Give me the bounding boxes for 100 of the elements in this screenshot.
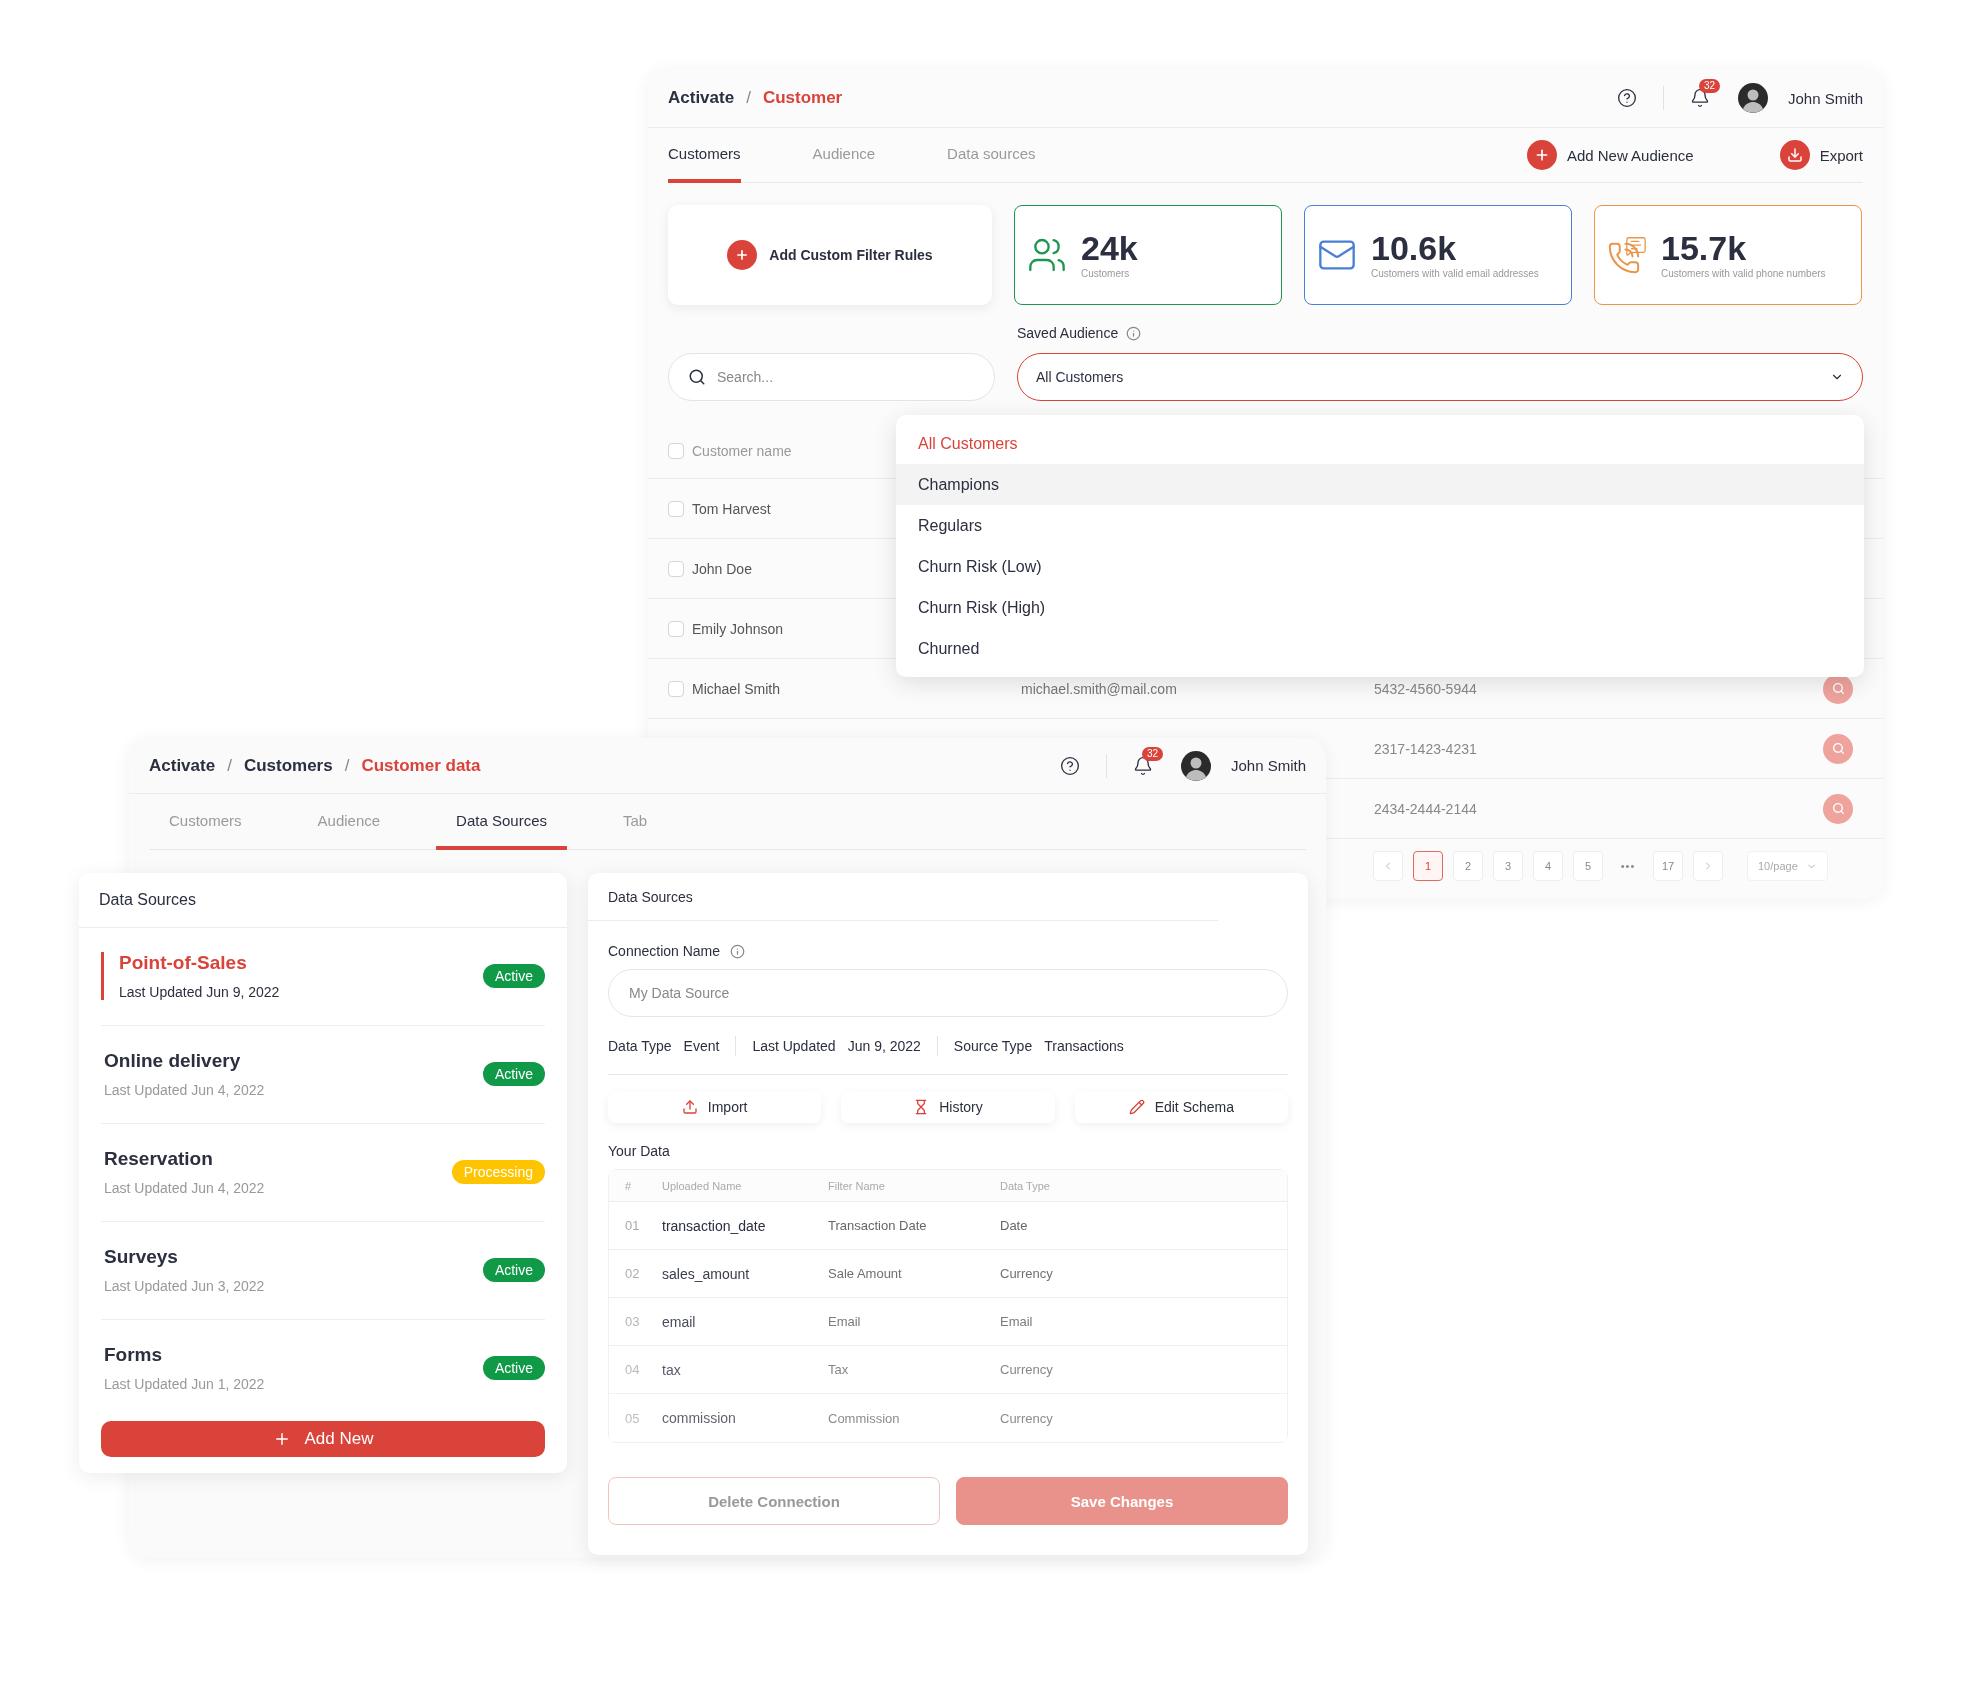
next-page-button[interactable]: [1693, 851, 1723, 881]
source-name: Online delivery: [104, 1050, 242, 1072]
audience-select[interactable]: All Customers: [1017, 353, 1863, 401]
column-header: Customer name: [692, 442, 792, 459]
meta-label: Last Updated: [752, 1037, 836, 1054]
source-date: Last Updated Jun 9, 2022: [119, 984, 280, 1000]
row-number: 04: [625, 1362, 641, 1377]
table-cell-text: Currency: [1000, 1362, 1054, 1377]
data-source-item[interactable]: Surveys Last Updated Jun 3, 2022 Active: [101, 1222, 545, 1320]
search-button[interactable]: [1823, 793, 1853, 824]
page-button[interactable]: 2: [1453, 851, 1483, 881]
page-button[interactable]: 1: [1413, 851, 1443, 881]
table-cell-text: Transaction Date: [828, 1218, 928, 1233]
checkbox[interactable]: [668, 442, 684, 459]
table-cell: 2434-2444-2144: [1374, 800, 1477, 817]
dropdown-option[interactable]: Champions: [896, 464, 1864, 505]
meta-label: Source Type: [953, 1037, 1033, 1054]
breadcrumb-item[interactable]: Activate: [668, 88, 735, 108]
meta-value: Transactions: [1044, 1037, 1124, 1054]
checkbox[interactable]: [668, 680, 684, 697]
tab[interactable]: Data Sources: [436, 794, 567, 850]
table-cell-text: commission: [662, 1410, 737, 1426]
checkbox[interactable]: [668, 620, 684, 637]
stat-value: 10.6k: [1371, 230, 1458, 267]
checkbox[interactable]: [668, 560, 684, 577]
add-audience-button[interactable]: Add New Audience: [1526, 128, 1694, 182]
dropdown-option[interactable]: Churned: [896, 628, 1864, 669]
page-button[interactable]: 17: [1653, 851, 1683, 881]
help-icon[interactable]: [1059, 755, 1080, 776]
user-name[interactable]: John Smith: [1230, 757, 1306, 774]
table-cell: Tom Harvest: [692, 500, 771, 517]
source-date: Last Updated Jun 4, 2022: [104, 1180, 265, 1196]
upload-icon: [681, 1099, 698, 1115]
history-button[interactable]: History: [841, 1091, 1055, 1123]
table-cell-text: transaction_date: [662, 1217, 767, 1234]
tab[interactable]: Customers: [668, 128, 741, 183]
avatar: [1180, 750, 1211, 781]
table-cell: Michael Smith: [692, 680, 780, 697]
status-badge: Active: [482, 964, 545, 988]
column-header: #: [625, 1179, 633, 1192]
data-source-item[interactable]: Online delivery Last Updated Jun 4, 2022 Active: [101, 1026, 545, 1124]
previous-page-button[interactable]: [1373, 851, 1403, 881]
connection-name-field[interactable]: My Data Source: [608, 969, 1288, 1017]
pagination-ellipsis: •••: [1619, 860, 1637, 872]
dropdown-option[interactable]: Regulars: [896, 505, 1864, 546]
table-cell-text: Tax: [828, 1362, 850, 1377]
checkbox[interactable]: [668, 500, 684, 517]
dropdown-option[interactable]: All Customers: [896, 423, 1864, 464]
column-header: Data Type: [1000, 1179, 1051, 1192]
stat-value: 15.7k: [1661, 230, 1748, 267]
row-number: 03: [625, 1314, 641, 1329]
page-button[interactable]: 4: [1533, 851, 1563, 881]
notification-badge: 32: [1141, 746, 1164, 761]
table-cell: 5432-4560-5944: [1374, 680, 1477, 697]
dropdown-option[interactable]: Churn Risk (Low): [896, 546, 1864, 587]
source-name: Reservation: [104, 1148, 214, 1170]
table-cell-text: sales_amount: [662, 1265, 751, 1282]
breadcrumb-item[interactable]: Customers: [243, 755, 333, 776]
table-cell: Emily Johnson: [692, 620, 784, 637]
export-button[interactable]: Export: [1779, 128, 1863, 182]
bell-icon[interactable]: [1132, 755, 1153, 776]
stat-caption: Customers: [1081, 268, 1131, 280]
bell-icon[interactable]: [1689, 88, 1710, 108]
source-name: Surveys: [104, 1246, 179, 1268]
table-cell-text: Email: [828, 1314, 862, 1329]
info-icon: [1126, 325, 1142, 341]
status-badge: Active: [482, 1062, 545, 1086]
add-filter-button[interactable]: Add Custom Filter Rules: [668, 205, 992, 305]
help-icon[interactable]: [1616, 88, 1637, 108]
phone-chat-icon: [1607, 235, 1647, 275]
breadcrumb-item[interactable]: Activate: [149, 755, 216, 776]
row-number: 05: [625, 1410, 641, 1426]
status-badge: Active: [482, 1356, 545, 1380]
breadcrumb-item[interactable]: Customer data: [361, 755, 481, 776]
import-button[interactable]: Import: [608, 1091, 822, 1123]
download-icon: [1779, 140, 1810, 170]
dropdown-option[interactable]: Churn Risk (High): [896, 587, 1864, 628]
panel-title: Data Sources: [99, 891, 196, 909]
stat-caption: Customers with valid email addresses: [1371, 268, 1539, 280]
source-name: Forms: [104, 1344, 164, 1366]
table-cell-text: tax: [662, 1361, 682, 1378]
page-button[interactable]: 3: [1493, 851, 1523, 881]
page-button[interactable]: 5: [1573, 851, 1603, 881]
search-icon: [1831, 742, 1845, 755]
edit-button[interactable]: Edit Schema: [1074, 1091, 1288, 1123]
table-cell: John Doe: [692, 560, 752, 577]
add-new-button[interactable]: Add New: [101, 1421, 545, 1457]
search-icon: [1831, 802, 1845, 815]
breadcrumb-item[interactable]: Customer: [762, 88, 843, 108]
field-label: Saved Audience: [1017, 325, 1119, 341]
data-source-item[interactable]: Forms Last Updated Jun 1, 2022 Active: [101, 1320, 545, 1417]
search-field[interactable]: Search...: [668, 353, 995, 401]
column-header: Filter Name: [828, 1179, 886, 1192]
meta-value: Jun 9, 2022: [847, 1037, 921, 1054]
row-number: 02: [625, 1266, 641, 1281]
breadcrumb-separator: /: [227, 755, 232, 776]
search-button[interactable]: [1823, 733, 1853, 764]
data-source-item[interactable]: Reservation Last Updated Jun 4, 2022 Processing: [101, 1124, 545, 1222]
user-name[interactable]: John Smith: [1787, 89, 1863, 107]
data-source-item[interactable]: Point-of-Sales Last Updated Jun 9, 2022 Active: [101, 928, 545, 1026]
